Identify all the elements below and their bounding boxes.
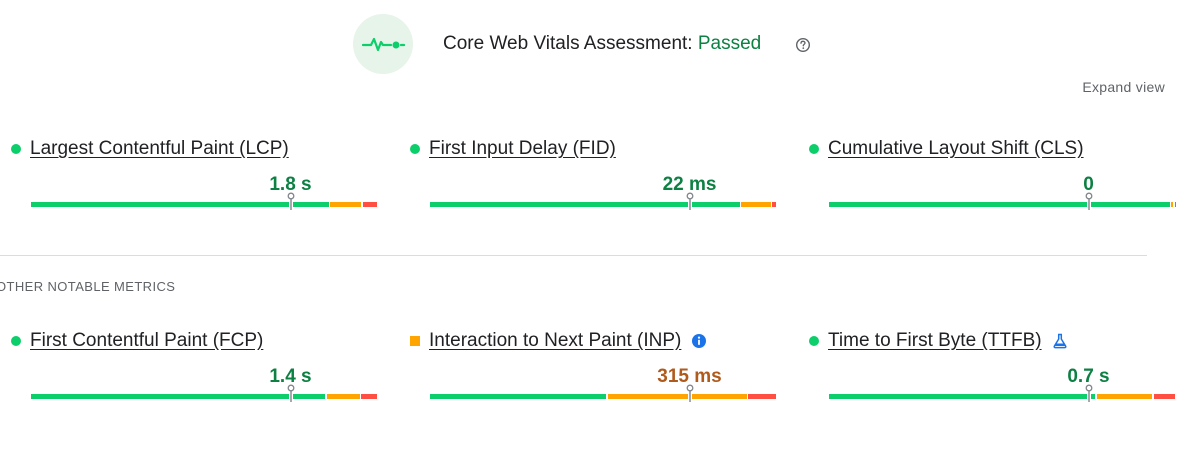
assessment-icon-badge — [353, 14, 413, 74]
bar-segment-needs-improvement — [326, 394, 360, 399]
help-circle-icon[interactable] — [795, 37, 811, 53]
bar-segment-poor — [1154, 394, 1175, 399]
flask-icon[interactable] — [1052, 333, 1068, 349]
metric-name-link[interactable]: First Input Delay (FID) — [429, 138, 616, 160]
bar-segment-good — [829, 202, 1170, 207]
bar-segment-good — [430, 394, 607, 399]
percentile-marker-icon — [1085, 192, 1092, 210]
metric-card-time-to-first-byte-ttfb: Time to First Byte (TTFB) 0.7 s — [809, 330, 1175, 420]
metric-card-cumulative-layout-shift-cls: Cumulative Layout Shift (CLS) 0 — [809, 138, 1176, 228]
metric-title: First Input Delay (FID) — [410, 138, 616, 160]
percentile-marker-icon — [686, 192, 693, 210]
heartbeat-icon — [361, 37, 405, 52]
good-dot-icon — [11, 336, 21, 346]
metric-title: Largest Contentful Paint (LCP) — [11, 138, 289, 160]
bar-segment-good — [31, 202, 329, 207]
metric-title: Time to First Byte (TTFB) — [809, 330, 1068, 352]
percentile-marker-icon — [1085, 384, 1092, 402]
bar-segment-poor — [1174, 202, 1176, 207]
bar-segment-good — [829, 394, 1096, 399]
metric-name-link[interactable]: First Contentful Paint (FCP) — [30, 330, 263, 352]
metric-card-first-contentful-paint-fcp: First Contentful Paint (FCP) 1.4 s — [11, 330, 377, 420]
metric-title: First Contentful Paint (FCP) — [11, 330, 263, 352]
bar-segment-poor — [772, 202, 776, 207]
section-divider — [0, 255, 1147, 256]
bar-segment-needs-improvement — [607, 394, 747, 399]
good-dot-icon — [809, 144, 819, 154]
needs-improvement-square-icon — [410, 336, 420, 346]
percentile-marker-icon — [287, 384, 294, 402]
percentile-marker-icon — [686, 384, 693, 402]
good-dot-icon — [410, 144, 420, 154]
metric-card-first-input-delay-fid: First Input Delay (FID) 22 ms — [410, 138, 776, 228]
bar-segment-needs-improvement — [330, 202, 362, 207]
bar-segment-poor — [361, 394, 377, 399]
other-metrics-heading: OTHER NOTABLE METRICS — [0, 279, 176, 294]
metric-card-largest-contentful-paint-lcp: Largest Contentful Paint (LCP) 1.8 s — [11, 138, 377, 228]
bar-segment-good — [31, 394, 326, 399]
metric-title: Cumulative Layout Shift (CLS) — [809, 138, 1084, 160]
bar-segment-needs-improvement — [1096, 394, 1153, 399]
metric-name-link[interactable]: Time to First Byte (TTFB) — [828, 330, 1042, 352]
metric-card-interaction-to-next-paint-inp: Interaction to Next Paint (INP) 315 ms — [410, 330, 776, 420]
expand-view-link[interactable]: Expand view — [1082, 79, 1165, 95]
assessment-title: Core Web Vitals Assessment: Passed — [443, 33, 761, 55]
metric-name-link[interactable]: Cumulative Layout Shift (CLS) — [828, 138, 1084, 160]
bar-segment-poor — [748, 394, 776, 399]
info-icon[interactable] — [691, 333, 707, 349]
metric-name-link[interactable]: Largest Contentful Paint (LCP) — [30, 138, 289, 160]
metric-title: Interaction to Next Paint (INP) — [410, 330, 707, 352]
good-dot-icon — [809, 336, 819, 346]
metric-name-link[interactable]: Interaction to Next Paint (INP) — [429, 330, 681, 352]
percentile-marker-icon — [287, 192, 294, 210]
bar-segment-needs-improvement — [741, 202, 771, 207]
bar-segment-poor — [362, 202, 377, 207]
assessment-status: Passed — [697, 33, 762, 54]
good-dot-icon — [11, 144, 21, 154]
bar-segment-needs-improvement — [1171, 202, 1174, 207]
assessment-title-text: Core Web Vitals Assessment: — [443, 33, 698, 54]
